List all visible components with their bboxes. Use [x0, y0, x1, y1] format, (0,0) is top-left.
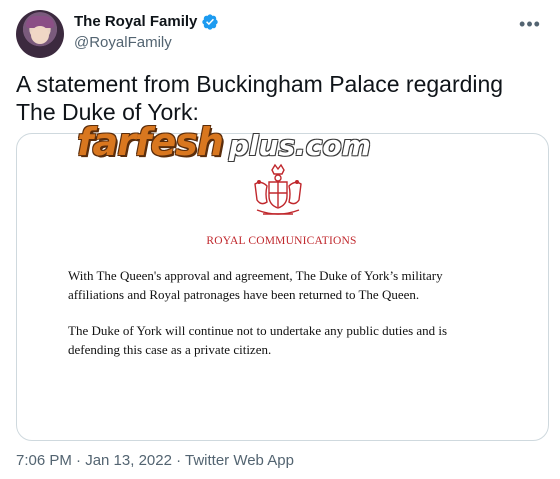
tweet-header: The Royal Family @RoyalFamily •••: [16, 10, 544, 60]
name-row: The Royal Family: [74, 12, 219, 32]
verified-badge-icon: [202, 14, 219, 30]
letter-heading: ROYAL COMMUNICATIONS: [206, 235, 357, 247]
tweet-timestamp[interactable]: 7:06 PM · Jan 13, 2022 · Twitter Web App: [16, 452, 294, 469]
watermark-sub: plus.com: [228, 129, 371, 162]
royal-coat-of-arms-icon: [254, 163, 302, 215]
watermark: farfesh plus.com: [77, 120, 371, 170]
user-handle[interactable]: @RoyalFamily: [74, 33, 219, 53]
more-options-icon[interactable]: •••: [516, 10, 544, 38]
statement-paragraph-1: With The Queen's approval and agreement,…: [68, 268, 443, 302]
display-name[interactable]: The Royal Family: [74, 12, 197, 32]
tweet-text: A statement from Buckingham Palace regar…: [16, 71, 504, 125]
watermark-main: farfesh: [77, 120, 224, 164]
author-block: The Royal Family @RoyalFamily: [74, 12, 219, 53]
avatar[interactable]: [16, 10, 64, 58]
statement-paragraph-2: The Duke of York will continue not to un…: [68, 323, 448, 357]
avatar-face: [31, 26, 49, 44]
